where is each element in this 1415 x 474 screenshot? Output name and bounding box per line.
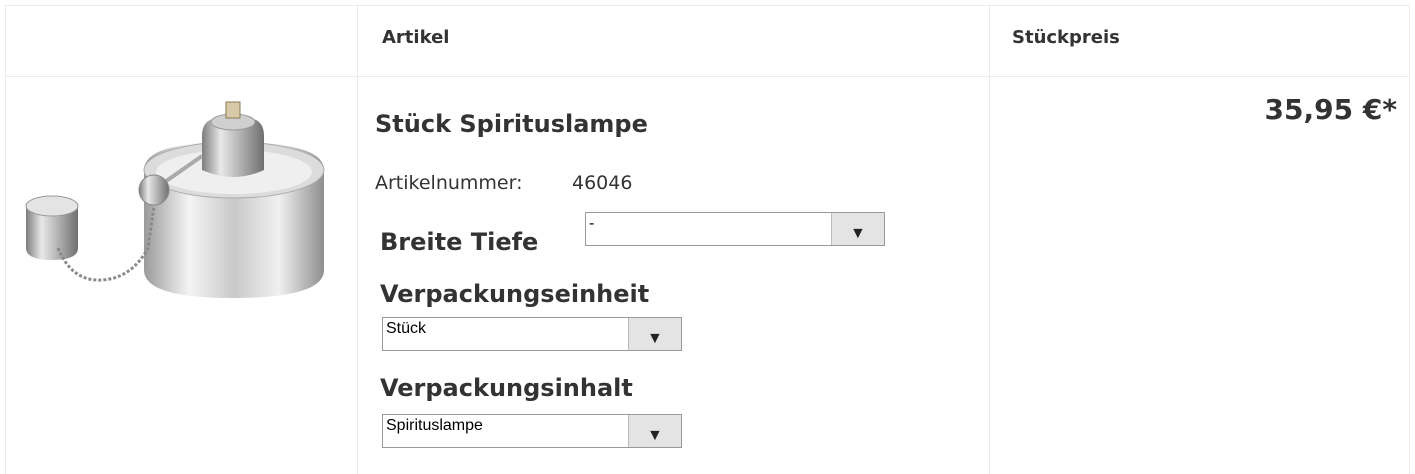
chevron-down-icon: ▼ bbox=[850, 225, 866, 242]
article-number-value: 46046 bbox=[572, 172, 633, 194]
spirit-lamp-image bbox=[25, 101, 325, 298]
product-title[interactable]: Stück Spirituslampe bbox=[375, 110, 648, 138]
header-unit-price: Stückpreis bbox=[1012, 27, 1120, 48]
select-value: Spirituslampe bbox=[386, 417, 483, 434]
dropdown-arrow[interactable]: ▼ bbox=[628, 415, 681, 447]
chevron-down-icon: ▼ bbox=[647, 427, 663, 444]
header-article: Artikel bbox=[382, 27, 450, 48]
chevron-down-icon: ▼ bbox=[647, 330, 663, 347]
breite-tiefe-select[interactable]: - ▼ bbox=[585, 212, 885, 246]
option-label-verpackungseinheit: Verpackungseinheit bbox=[380, 280, 650, 308]
article-number-label: Artikelnummer: bbox=[375, 172, 523, 194]
select-value: Stück bbox=[386, 320, 427, 337]
option-label-verpackungsinhalt: Verpackungsinhalt bbox=[380, 374, 633, 402]
verpackungsinhalt-select[interactable]: Spirituslampe ▼ bbox=[382, 414, 682, 448]
header-divider bbox=[6, 76, 1409, 77]
unit-price: 35,95 €* bbox=[1264, 93, 1397, 126]
dropdown-arrow[interactable]: ▼ bbox=[831, 213, 884, 245]
verpackungseinheit-select[interactable]: Stück ▼ bbox=[382, 317, 682, 351]
select-value: - bbox=[589, 215, 595, 232]
option-label-breite-tiefe: Breite Tiefe bbox=[380, 228, 539, 256]
product-image[interactable] bbox=[12, 98, 334, 298]
dropdown-arrow[interactable]: ▼ bbox=[628, 318, 681, 350]
